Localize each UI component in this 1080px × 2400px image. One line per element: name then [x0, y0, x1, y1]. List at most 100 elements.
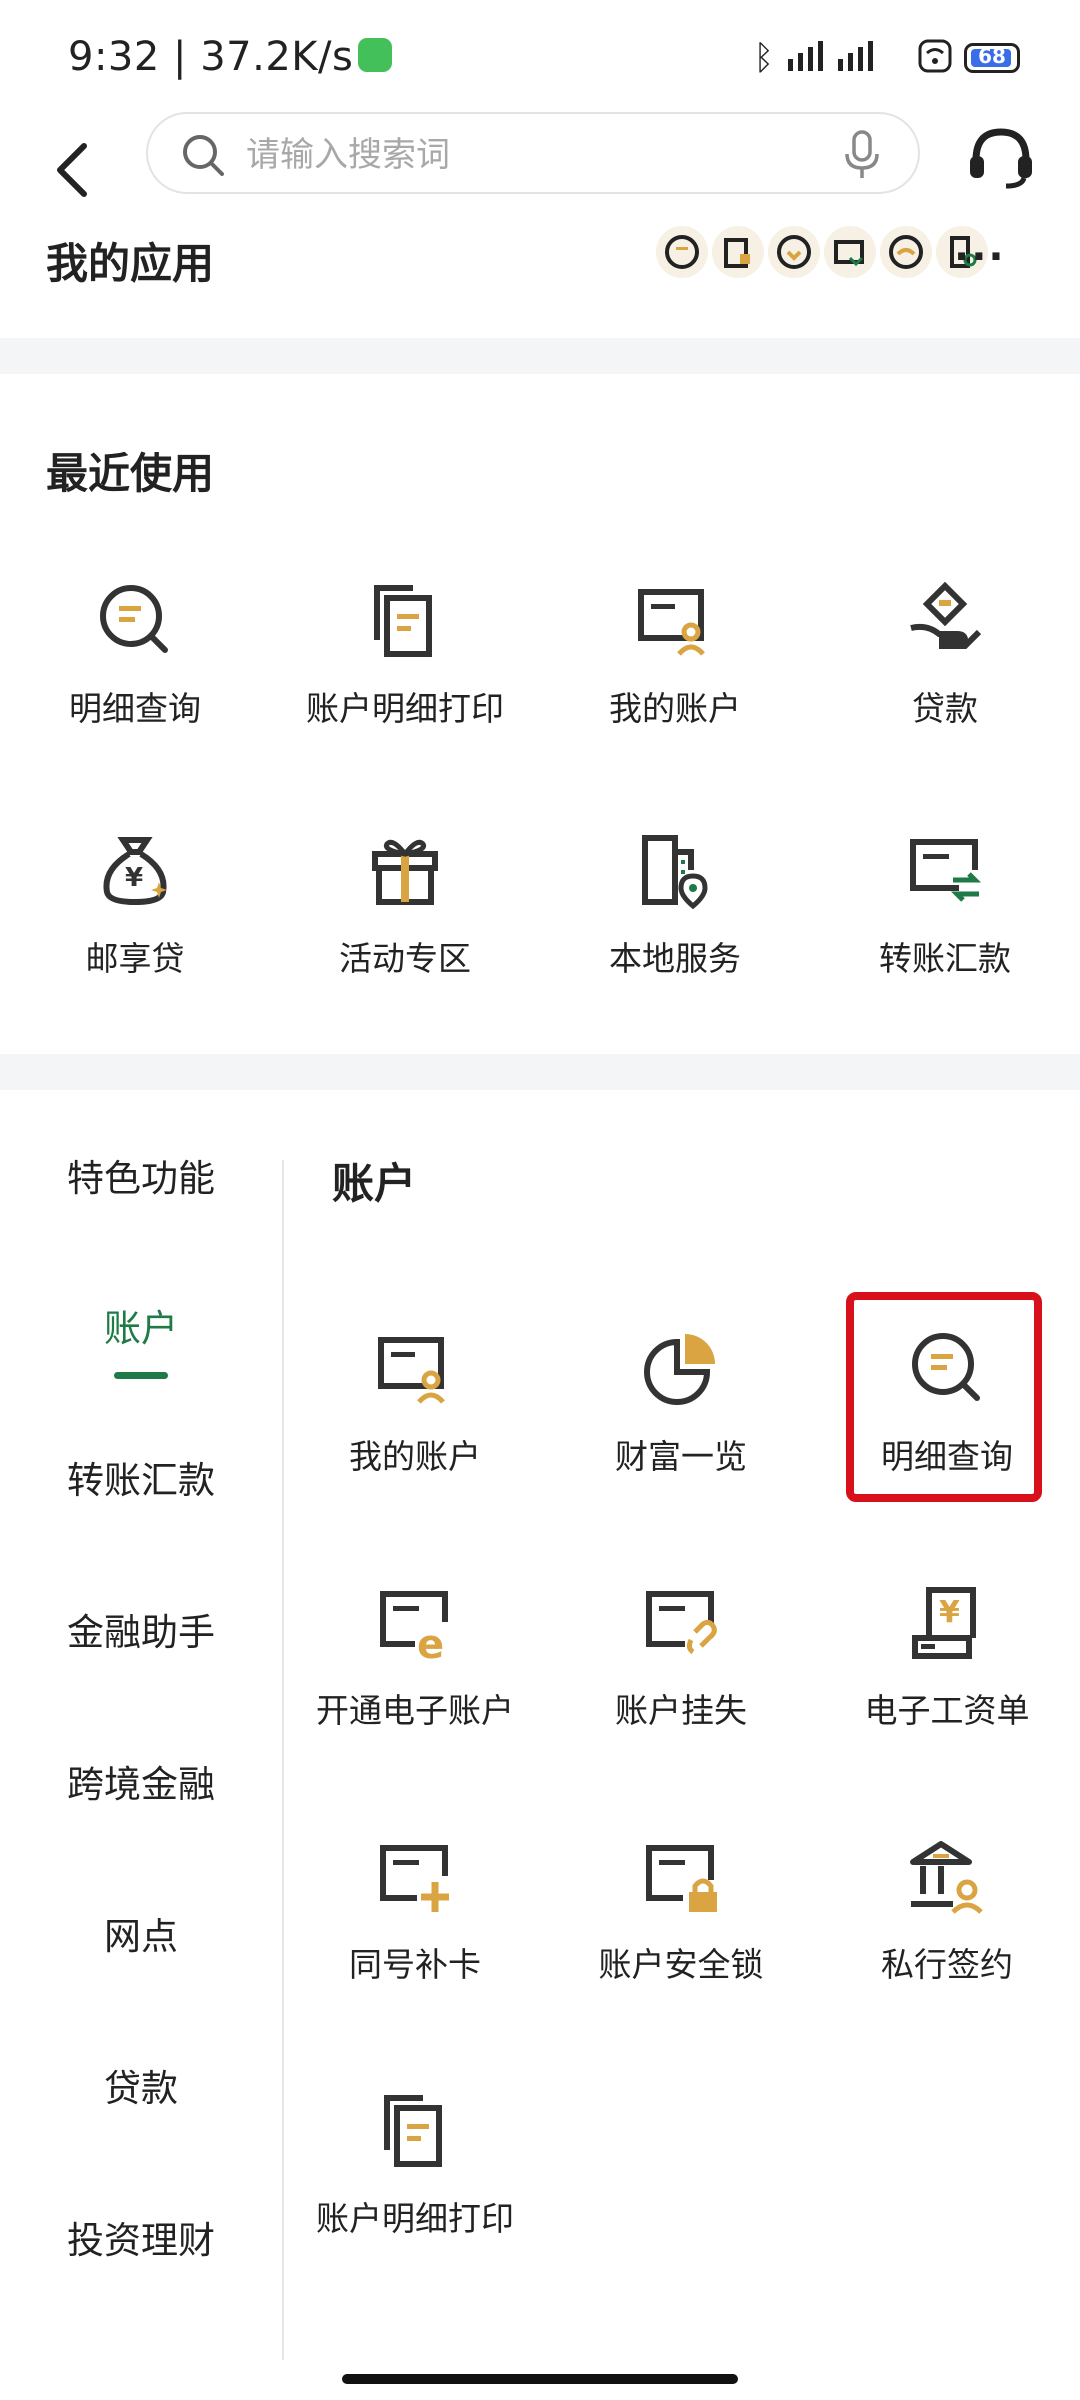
svg-text:e: e: [417, 1622, 444, 1662]
account-item-my-account[interactable]: 我的账户: [282, 1328, 548, 1478]
my-app-account-icon[interactable]: [768, 226, 820, 278]
svg-text:¥: ¥: [939, 1595, 960, 1630]
sidebar-item-account[interactable]: 账户: [0, 1298, 282, 1352]
battery-level: 68: [978, 44, 1006, 68]
recent-label: 活动专区: [339, 939, 471, 978]
sidebar-item-cross-border[interactable]: 跨境金融: [0, 1754, 282, 1808]
search-input[interactable]: [244, 124, 808, 186]
account-item-label: 我的账户: [349, 1437, 481, 1476]
more-icon[interactable]: ···: [954, 234, 1006, 280]
pie-chart-icon: [644, 1334, 715, 1405]
recent-item-account-print[interactable]: 账户明细打印: [270, 580, 540, 730]
customer-service-icon[interactable]: [966, 122, 1036, 192]
payslip-icon: ¥: [912, 1587, 976, 1659]
recent-label: 明细查询: [69, 689, 201, 728]
my-account-icon: [638, 589, 705, 656]
wifi-icon: [918, 39, 952, 77]
account-item-private-bank[interactable]: 私行签约: [814, 1836, 1080, 1986]
loan-icon: [910, 581, 982, 649]
recent-item-my-account[interactable]: 我的账户: [540, 580, 810, 730]
my-app-print-icon[interactable]: [712, 226, 764, 278]
card-reissue-icon: [380, 1845, 449, 1912]
report-loss-icon: [646, 1591, 717, 1655]
sidebar-item-investment[interactable]: 投资理财: [0, 2210, 282, 2264]
section-divider: [0, 338, 1080, 374]
sidebar-item-features[interactable]: 特色功能: [0, 1148, 282, 1202]
local-service-icon: [642, 835, 708, 910]
account-item-label: 账户挂失: [615, 1691, 747, 1730]
status-time: 9:32 | 37.2K/s: [68, 34, 354, 80]
battery-icon: 68: [964, 43, 1020, 73]
account-item-open-e-account[interactable]: e 开通电子账户: [282, 1582, 548, 1732]
account-item-label: 同号补卡: [349, 1945, 481, 1984]
top-bar: [0, 112, 1080, 236]
account-item-wealth-overview[interactable]: 财富一览: [548, 1328, 814, 1478]
my-apps-row: 我的应用 ···: [0, 226, 1080, 340]
account-item-label: 电子工资单: [864, 1691, 1030, 1730]
account-row-2: e 开通电子账户 账户挂失 ¥ 电子工资单: [282, 1582, 1080, 1732]
signal-icon: [786, 39, 906, 77]
recent-label: 我的账户: [609, 689, 741, 728]
account-row-4: 账户明细打印: [282, 2090, 1080, 2240]
recent-row-2: ¥ 邮享贷 活动专区 本地服务 转账汇款: [0, 830, 1080, 980]
account-item-label: 账户安全锁: [598, 1945, 764, 1984]
back-button[interactable]: [42, 130, 102, 210]
gift-icon: [372, 839, 438, 905]
search-icon: [183, 135, 224, 176]
my-app-card-icon[interactable]: [824, 226, 876, 278]
status-icons: ᛒ 68: [754, 38, 1020, 78]
section-divider: [0, 1054, 1080, 1090]
account-print-icon: [384, 2095, 442, 2167]
recent-label: 贷款: [912, 689, 978, 728]
recent-label: 转账汇款: [879, 939, 1011, 978]
account-item-security-lock[interactable]: 账户安全锁: [548, 1836, 814, 1986]
my-account-icon: [378, 1337, 445, 1404]
microphone-icon[interactable]: [842, 130, 882, 180]
account-item-label: 开通电子账户: [316, 1691, 514, 1730]
my-app-detail-icon[interactable]: [656, 226, 708, 278]
recent-label: 账户明细打印: [306, 689, 504, 728]
chevron-left-icon: [57, 143, 87, 197]
account-item-report-loss[interactable]: 账户挂失: [548, 1582, 814, 1732]
home-indicator[interactable]: [342, 2374, 738, 2384]
my-app-wealth-icon[interactable]: [880, 226, 932, 278]
my-apps-title: 我的应用: [46, 239, 215, 288]
recent-row-1: 明细查询 账户明细打印 我的账户 贷款: [0, 580, 1080, 730]
private-bank-icon: [910, 1841, 983, 1914]
bluetooth-icon: ᛒ: [753, 38, 774, 78]
svg-text:¥: ¥: [125, 863, 143, 893]
highlight-box: [846, 1292, 1042, 1502]
recent-item-detail-query[interactable]: 明细查询: [0, 580, 270, 730]
search-bar[interactable]: [146, 112, 920, 194]
account-item-label: 私行签约: [881, 1945, 1013, 1984]
sidebar-item-branches[interactable]: 网点: [0, 1906, 282, 1960]
account-item-label: 账户明细打印: [316, 2199, 514, 2238]
account-print-icon: [374, 585, 432, 657]
app-notification-icon: [358, 38, 392, 72]
sidebar-item-transfer[interactable]: 转账汇款: [0, 1450, 282, 1504]
transfer-icon: [910, 839, 982, 902]
recent-label: 本地服务: [609, 939, 741, 978]
money-bag-icon: ¥: [103, 837, 167, 906]
sidebar-item-finance-assistant[interactable]: 金融助手: [0, 1602, 282, 1656]
account-row-3: 同号补卡 账户安全锁 私行签约: [282, 1836, 1080, 1986]
active-tab-indicator: [114, 1372, 168, 1379]
recent-item-activity[interactable]: 活动专区: [270, 830, 540, 980]
e-account-icon: e: [380, 1591, 448, 1662]
account-item-payslip[interactable]: ¥ 电子工资单: [814, 1582, 1080, 1732]
my-apps-icons[interactable]: [656, 226, 988, 278]
recent-item-local-service[interactable]: 本地服务: [540, 830, 810, 980]
recent-label: 邮享贷: [85, 939, 185, 978]
account-item-label: 财富一览: [615, 1437, 747, 1476]
recent-item-loan[interactable]: 贷款: [810, 580, 1080, 730]
status-bar: 9:32 | 37.2K/s ᛒ 68: [0, 0, 1080, 116]
account-item-card-reissue[interactable]: 同号补卡: [282, 1836, 548, 1986]
detail-query-icon: [100, 585, 168, 653]
recent-item-youxiang-loan[interactable]: ¥ 邮享贷: [0, 830, 270, 980]
recent-item-transfer[interactable]: 转账汇款: [810, 830, 1080, 980]
sidebar-item-loans[interactable]: 贷款: [0, 2058, 282, 2112]
security-lock-icon: [646, 1845, 717, 1912]
account-section-title: 账户: [332, 1159, 417, 1208]
category-sidebar: 特色功能 账户 转账汇款 金融助手 跨境金融 网点 贷款 投资理财: [0, 1100, 282, 2360]
account-item-account-print[interactable]: 账户明细打印: [282, 2090, 548, 2240]
